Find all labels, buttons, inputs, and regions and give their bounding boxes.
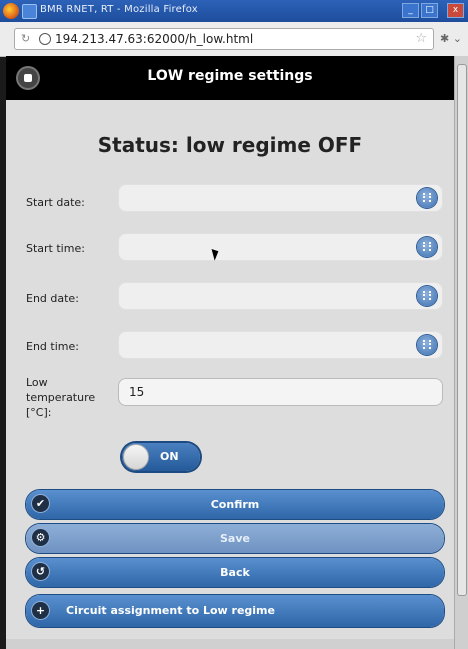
end-date-field[interactable] xyxy=(118,282,443,310)
reload-icon[interactable]: ↻ xyxy=(21,32,30,45)
window-title: BMR RNET, RT - Mozilla Firefox xyxy=(40,4,198,15)
end-time-label: End time: xyxy=(26,340,79,353)
scrollbar[interactable] xyxy=(454,56,468,649)
globe-icon xyxy=(39,33,51,45)
window-menu-icon[interactable] xyxy=(22,4,37,19)
end-time-field[interactable] xyxy=(118,331,443,359)
start-date-field[interactable] xyxy=(118,184,443,212)
circuit-assignment-button[interactable]: + Circuit assignment to Low regime xyxy=(26,595,444,627)
bookmark-star-icon[interactable]: ☆ xyxy=(415,31,427,46)
save-button[interactable]: ⚙ Save xyxy=(26,524,444,553)
back-button[interactable]: ↺ Back xyxy=(26,558,444,587)
low-temp-label-1: Low xyxy=(26,376,48,389)
confirm-label: Confirm xyxy=(210,498,260,511)
page-title: LOW regime settings xyxy=(147,68,313,84)
firefox-icon xyxy=(3,3,19,19)
back-label: Back xyxy=(220,566,250,579)
start-date-label: Start date: xyxy=(26,196,85,209)
minimize-icon[interactable]: _ xyxy=(402,3,419,18)
low-temperature-value: 15 xyxy=(129,385,145,399)
tools-icon[interactable]: ✱ ⌄ xyxy=(440,32,462,45)
start-time-field[interactable] xyxy=(118,233,443,261)
url-bar[interactable]: ↻ 194.213.47.63:62000/h_low.html ☆ xyxy=(14,28,434,50)
page-content: LOW regime settings Status: low regime O… xyxy=(6,56,454,649)
toggle-label: ON xyxy=(160,450,179,463)
calendar-icon[interactable] xyxy=(417,286,437,306)
page-header: LOW regime settings xyxy=(6,56,454,100)
window-titlebar: BMR RNET, RT - Mozilla Firefox _ □ x xyxy=(0,0,468,22)
url-text[interactable]: 194.213.47.63:62000/h_low.html xyxy=(55,32,253,46)
toggle-knob[interactable] xyxy=(123,444,149,470)
calendar-icon[interactable] xyxy=(417,188,437,208)
end-date-label: End date: xyxy=(26,292,79,305)
clock-picker-icon[interactable] xyxy=(417,237,437,257)
low-temp-label-3: [°C]: xyxy=(26,406,52,419)
circuit-assignment-label: Circuit assignment to Low regime xyxy=(66,604,275,617)
plus-icon: + xyxy=(32,602,49,619)
clock-picker-icon[interactable] xyxy=(417,335,437,355)
confirm-button[interactable]: ✔ Confirm xyxy=(26,490,444,519)
scrollbar-thumb[interactable] xyxy=(457,64,467,596)
close-icon[interactable]: x xyxy=(447,3,464,18)
low-regime-toggle[interactable]: ON xyxy=(122,443,200,471)
low-temperature-input[interactable]: 15 xyxy=(118,378,443,406)
low-temp-label-2: temperature xyxy=(26,391,96,404)
start-time-label: Start time: xyxy=(26,242,85,255)
maximize-icon[interactable]: □ xyxy=(421,3,438,18)
navigation-toolbar: ↻ 194.213.47.63:62000/h_low.html ☆ ✱ ⌄ xyxy=(0,22,468,57)
status-text: Status: low regime OFF xyxy=(97,133,363,157)
save-label: Save xyxy=(220,532,250,545)
page-bottom-edge xyxy=(6,639,454,649)
